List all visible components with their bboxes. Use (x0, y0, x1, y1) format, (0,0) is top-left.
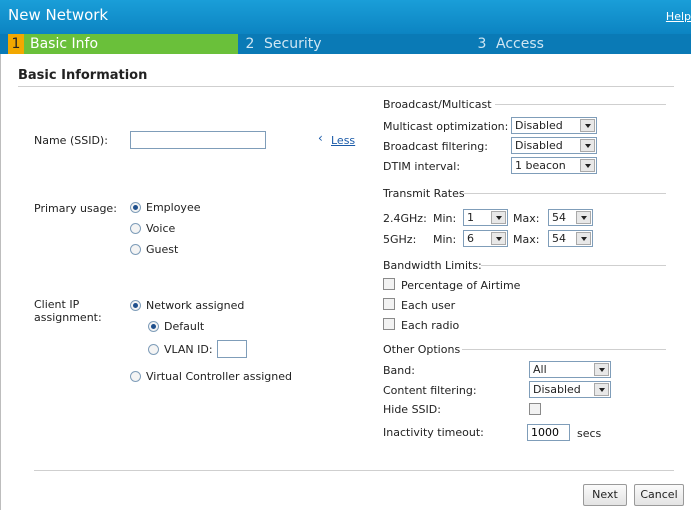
transmit-rates-title: Transmit Rates (383, 187, 465, 200)
step-access[interactable]: 3 Access (474, 34, 691, 54)
dropdown-arrow-icon (491, 211, 506, 224)
network-assigned-label: Network assigned (146, 299, 245, 312)
inactivity-input[interactable] (527, 424, 570, 441)
rate-5ghz-max-select[interactable]: 54 (548, 230, 593, 247)
default-label: Default (164, 320, 205, 333)
rate-24ghz-min-label: Min: (433, 212, 457, 225)
client-ip-label-2: assignment: (34, 311, 102, 324)
dropdown-arrow-icon (594, 383, 609, 396)
rate-5ghz-max-value: 54 (552, 232, 566, 245)
section-title: Basic Information (18, 68, 148, 83)
content-filtering-label: Content filtering: (383, 384, 477, 397)
rate-5ghz-min-label: Min: (433, 233, 457, 246)
dropdown-arrow-icon (576, 211, 591, 224)
group-divider (462, 349, 666, 350)
step-number: 3 (477, 36, 487, 52)
step-label: Security (264, 36, 322, 52)
vlan-id-label: VLAN ID: (164, 343, 213, 356)
default-radio[interactable] (148, 321, 159, 332)
rate-24ghz-max-value: 54 (552, 211, 566, 224)
each-radio-label: Each radio (401, 319, 460, 332)
rate-5ghz-max-label: Max: (513, 233, 540, 246)
ssid-input[interactable] (130, 131, 266, 149)
rate-5ghz-min-value: 6 (467, 232, 474, 245)
step-label: Access (496, 36, 544, 52)
usage-employee-label: Employee (146, 201, 201, 214)
dropdown-arrow-icon (491, 232, 506, 245)
dtim-select[interactable]: 1 beacon (511, 157, 597, 174)
step-basic-info[interactable]: 1 Basic Info (8, 34, 238, 54)
usage-voice-label: Voice (146, 222, 176, 235)
dropdown-arrow-icon (580, 119, 595, 132)
dropdown-arrow-icon (594, 363, 609, 376)
usage-employee-radio[interactable] (130, 202, 141, 213)
each-user-checkbox[interactable] (383, 298, 395, 310)
dtim-label: DTIM interval: (383, 160, 461, 173)
usage-guest-label: Guest (146, 243, 179, 256)
multicast-select[interactable]: Disabled (511, 117, 597, 134)
hide-ssid-label: Hide SSID: (383, 403, 441, 416)
usage-guest-radio[interactable] (130, 244, 141, 255)
footer-divider (34, 470, 674, 471)
broadcast-filter-label: Broadcast filtering: (383, 140, 488, 153)
step-label: Basic Info (30, 36, 99, 52)
dropdown-arrow-icon (580, 159, 595, 172)
group-divider (495, 104, 666, 105)
content-filtering-value: Disabled (533, 383, 581, 396)
network-assigned-radio[interactable] (130, 300, 141, 311)
usage-voice-radio[interactable] (130, 223, 141, 234)
dropdown-arrow-icon (576, 232, 591, 245)
dialog-title: New Network (8, 6, 109, 24)
rate-5ghz-label: 5GHz: (383, 233, 417, 246)
step-number: 2 (245, 36, 255, 52)
hide-ssid-checkbox[interactable] (529, 403, 541, 415)
rate-24ghz-label: 2.4GHz: (383, 212, 427, 225)
rate-24ghz-min-value: 1 (467, 211, 474, 224)
vlan-id-radio[interactable] (148, 344, 159, 355)
band-select[interactable]: All (529, 361, 611, 378)
next-button[interactable]: Next (583, 484, 627, 506)
broadcast-filter-select[interactable]: Disabled (511, 137, 597, 154)
virtual-controller-radio[interactable] (130, 371, 141, 382)
virtual-controller-label: Virtual Controller assigned (146, 370, 293, 383)
rate-24ghz-min-select[interactable]: 1 (463, 209, 508, 226)
less-link[interactable]: Less (331, 134, 355, 147)
bandwidth-title: Bandwidth Limits: (383, 259, 482, 272)
rate-24ghz-max-select[interactable]: 54 (548, 209, 593, 226)
vlan-id-input[interactable] (217, 340, 247, 358)
content-filtering-select[interactable]: Disabled (529, 381, 611, 398)
broadcast-group-title: Broadcast/Multicast (383, 98, 492, 111)
airtime-checkbox[interactable] (383, 278, 395, 290)
multicast-label: Multicast optimization: (383, 120, 509, 133)
band-label: Band: (383, 364, 415, 377)
primary-usage-label: Primary usage: (34, 202, 117, 215)
client-ip-label: Client IP (34, 298, 80, 311)
group-divider (481, 265, 666, 266)
dropdown-arrow-icon (580, 139, 595, 152)
ssid-label: Name (SSID): (34, 134, 108, 147)
broadcast-filter-value: Disabled (515, 139, 563, 152)
step-number: 1 (8, 34, 24, 54)
band-value: All (533, 363, 547, 376)
chevron-left-icon: ‹ (318, 131, 323, 145)
inactivity-label: Inactivity timeout: (383, 426, 484, 439)
inactivity-unit: secs (577, 427, 602, 440)
cancel-button[interactable]: Cancel (634, 484, 684, 506)
rate-5ghz-min-select[interactable]: 6 (463, 230, 508, 247)
dtim-value: 1 beacon (515, 159, 566, 172)
each-user-label: Each user (401, 299, 456, 312)
wizard-steps: 1 Basic Info 2 Security 3 Access (0, 34, 691, 54)
rate-24ghz-max-label: Max: (513, 212, 540, 225)
section-divider (18, 86, 674, 87)
airtime-label: Percentage of Airtime (401, 279, 521, 292)
step-security[interactable]: 2 Security (242, 34, 467, 54)
group-divider (464, 193, 666, 194)
multicast-value: Disabled (515, 119, 563, 132)
each-radio-checkbox[interactable] (383, 318, 395, 330)
help-link[interactable]: Help (666, 10, 691, 23)
other-options-title: Other Options (383, 343, 461, 356)
left-border (0, 54, 1, 510)
